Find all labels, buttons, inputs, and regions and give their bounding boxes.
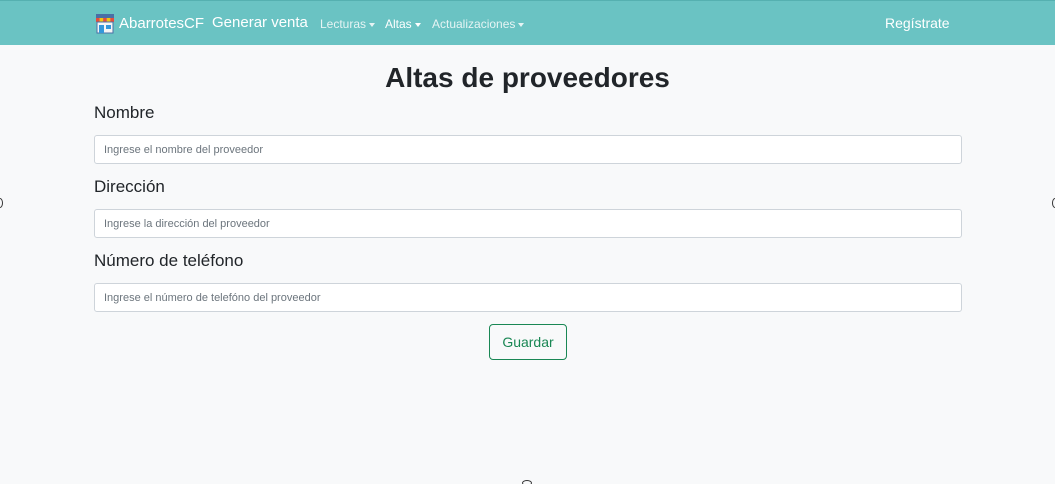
top-navbar: AbarrotesCF Generar venta Lecturas Altas… (0, 0, 1055, 45)
name-label: Nombre (94, 103, 155, 122)
address-input[interactable] (94, 209, 962, 238)
nav-dropdown-lecturas[interactable]: Lecturas (320, 17, 376, 31)
bottom-edge-handle (522, 480, 532, 484)
phone-label: Número de teléfono (94, 251, 244, 270)
caret-down-icon (369, 22, 376, 27)
brand-link[interactable]: AbarrotesCF (95, 12, 204, 34)
brand-name: AbarrotesCF (119, 14, 205, 32)
nav-dropdown-label: Altas (385, 17, 412, 31)
left-edge-handle (0, 198, 3, 208)
store-icon (96, 13, 114, 33)
caret-down-icon (414, 22, 421, 27)
name-input[interactable] (94, 135, 962, 164)
nav-dropdown-label: Actualizaciones (432, 17, 516, 31)
nav-dropdown-label: Lecturas (320, 17, 367, 31)
nav-dropdown-altas[interactable]: Altas (385, 17, 421, 31)
register-link[interactable]: Regístrate (885, 15, 950, 31)
caret-down-icon (518, 22, 525, 27)
phone-input[interactable] (94, 283, 962, 312)
address-label: Dirección (94, 177, 165, 196)
page-title: Altas de proveedores (385, 62, 670, 93)
nav-generar-venta[interactable]: Generar venta (212, 14, 308, 31)
nav-dropdown-actualizaciones[interactable]: Actualizaciones (432, 17, 525, 31)
save-button[interactable]: Guardar (489, 324, 567, 360)
